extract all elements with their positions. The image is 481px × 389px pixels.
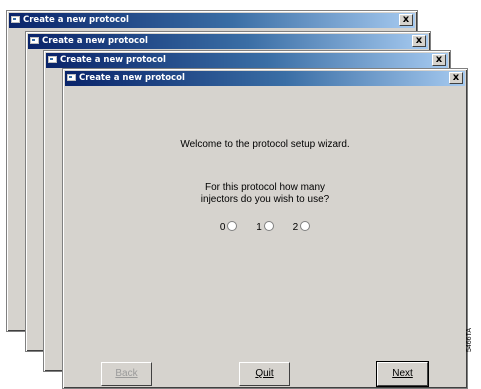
radio-label-2: 2 xyxy=(292,222,299,233)
window-title: Create a new protocol xyxy=(42,36,148,46)
figure-code: 5466TA xyxy=(466,328,473,352)
radio-button-2[interactable] xyxy=(300,221,311,231)
radio-button-0[interactable] xyxy=(227,221,238,231)
back-button[interactable]: Back xyxy=(101,362,152,386)
question-line-1: For this protocol how many xyxy=(204,182,326,193)
window-title: Create a new protocol xyxy=(79,73,185,83)
window-titlebar[interactable]: Create a new protocol x xyxy=(9,13,415,28)
window-titlebar[interactable]: Create a new protocol x xyxy=(28,34,428,49)
next-button-label: Next xyxy=(392,368,413,379)
window-title: Create a new protocol xyxy=(60,55,166,65)
next-button[interactable]: Next xyxy=(376,361,429,387)
window-titlebar[interactable]: Create a new protocol x xyxy=(46,53,448,68)
close-button[interactable]: x xyxy=(449,72,463,84)
window-titlebar[interactable]: Create a new protocol x xyxy=(65,71,465,86)
close-button[interactable]: x xyxy=(432,54,446,66)
wizard-window-front: Create a new protocol x Welcome to the p… xyxy=(62,68,468,389)
injector-count-radio-group: 0 1 2 xyxy=(63,221,467,233)
window-app-icon xyxy=(30,36,39,44)
radio-button-1[interactable] xyxy=(263,221,274,231)
radio-option-2[interactable]: 2 xyxy=(293,221,311,233)
radio-option-1[interactable]: 1 xyxy=(256,221,274,233)
close-button[interactable]: x xyxy=(412,35,426,47)
window-app-icon xyxy=(11,15,20,23)
injector-question: For this protocol how many injectors do … xyxy=(63,182,467,206)
window-app-icon xyxy=(67,73,76,81)
window-title: Create a new protocol xyxy=(23,15,129,25)
radio-label-1: 1 xyxy=(256,222,262,233)
wizard-content: Welcome to the protocol setup wizard. Fo… xyxy=(63,87,467,388)
question-line-2: injectors do you wish to use? xyxy=(200,194,330,205)
radio-option-0[interactable]: 0 xyxy=(220,221,238,233)
quit-button[interactable]: Quit xyxy=(239,362,290,386)
window-app-icon xyxy=(48,55,57,63)
welcome-text: Welcome to the protocol setup wizard. xyxy=(180,139,350,150)
back-button-label: Back xyxy=(115,368,138,379)
radio-label-0: 0 xyxy=(219,222,226,233)
quit-button-label: Quit xyxy=(255,368,274,379)
close-button[interactable]: x xyxy=(399,14,413,26)
